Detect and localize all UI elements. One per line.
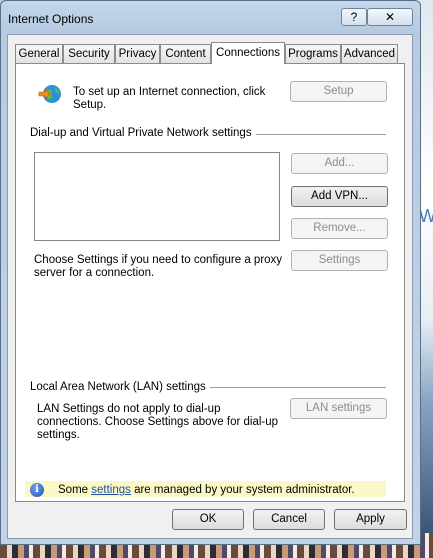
help-button[interactable]: ? bbox=[341, 8, 367, 26]
admin-notice-text: Some settings are managed by your system… bbox=[58, 484, 355, 496]
add-vpn-button[interactable]: Add VPN... bbox=[291, 186, 388, 207]
close-button[interactable]: ✕ bbox=[367, 8, 413, 26]
tab-privacy[interactable]: Privacy bbox=[115, 44, 160, 63]
admin-notice-prefix: Some bbox=[58, 484, 92, 496]
add-button[interactable]: Add... bbox=[291, 153, 388, 174]
setup-description: To set up an Internet connection, click … bbox=[73, 86, 266, 111]
tab-general[interactable]: General bbox=[15, 44, 63, 63]
dialup-divider bbox=[243, 134, 386, 135]
tab-connections[interactable]: Connections bbox=[211, 42, 285, 64]
lan-divider bbox=[199, 387, 386, 388]
window-title: Internet Options bbox=[8, 12, 94, 26]
background-fragment: W bbox=[419, 206, 433, 226]
tab-security[interactable]: Security bbox=[63, 44, 115, 63]
cancel-button[interactable]: Cancel bbox=[253, 509, 325, 530]
admin-notice-suffix: are managed by your system administrator… bbox=[130, 484, 355, 496]
connections-listbox[interactable] bbox=[34, 152, 280, 241]
admin-settings-link[interactable]: settings bbox=[91, 484, 131, 496]
lan-group-label: Local Area Network (LAN) settings bbox=[30, 381, 210, 393]
remove-button[interactable]: Remove... bbox=[291, 218, 388, 239]
ok-button[interactable]: OK bbox=[172, 509, 244, 530]
lan-settings-button[interactable]: LAN settings bbox=[290, 398, 387, 419]
info-icon: i bbox=[30, 483, 44, 497]
dialup-group-label: Dial-up and Virtual Private Network sett… bbox=[30, 127, 256, 139]
globe-icon bbox=[38, 85, 61, 103]
setup-button[interactable]: Setup bbox=[290, 81, 387, 102]
lan-description: LAN Settings do not apply to dial-up con… bbox=[37, 403, 279, 441]
apply-button[interactable]: Apply bbox=[334, 509, 407, 530]
tab-content[interactable]: Content bbox=[160, 44, 211, 63]
tab-advanced[interactable]: Advanced bbox=[341, 44, 398, 63]
proxy-description: Choose Settings if you need to configure… bbox=[34, 254, 283, 279]
settings-button[interactable]: Settings bbox=[291, 250, 388, 271]
tab-programs[interactable]: Programs bbox=[285, 44, 341, 63]
